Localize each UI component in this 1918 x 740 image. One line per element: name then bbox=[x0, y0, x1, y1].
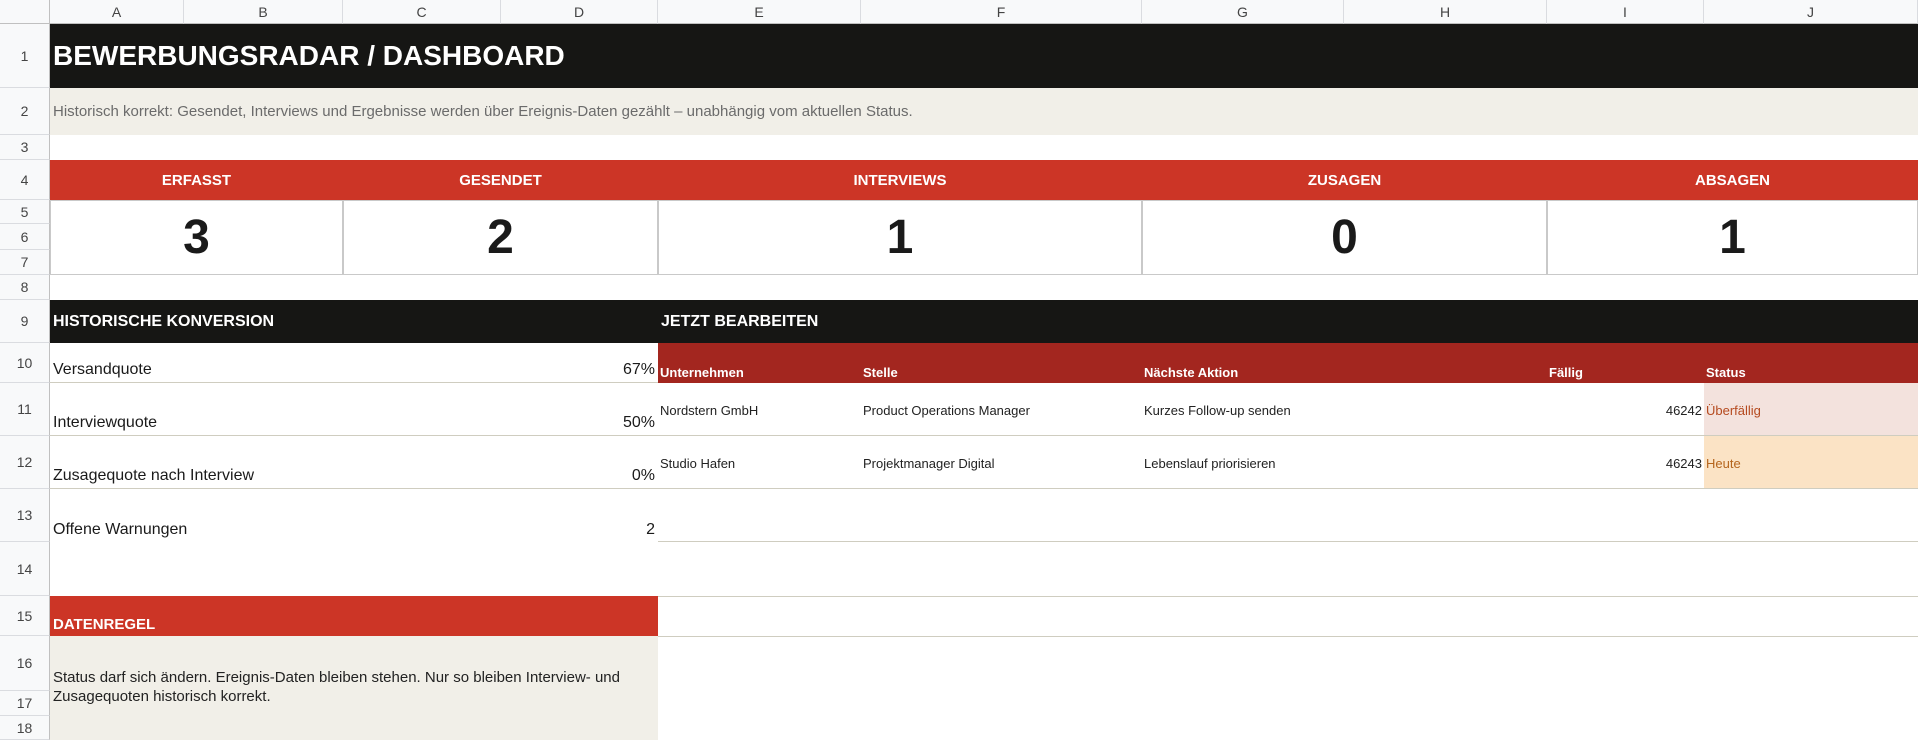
kpi-value-erfasst[interactable]: 3 bbox=[50, 200, 343, 275]
row-company[interactable]: Studio Hafen bbox=[660, 456, 735, 471]
kpi-value-absagen[interactable]: 1 bbox=[1547, 200, 1918, 275]
row-due[interactable]: 46242 bbox=[1666, 403, 1702, 418]
row-header-1[interactable]: 1 bbox=[0, 24, 50, 88]
row-header-14[interactable]: 14 bbox=[0, 542, 50, 596]
kpi-label-erfasst[interactable]: ERFASST bbox=[50, 160, 343, 200]
row-header-13[interactable]: 13 bbox=[0, 489, 50, 542]
select-all-corner[interactable] bbox=[0, 0, 50, 24]
row-header-10[interactable]: 10 bbox=[0, 343, 50, 383]
col-unternehmen[interactable]: Unternehmen bbox=[660, 365, 744, 380]
row-header-4[interactable]: 4 bbox=[0, 160, 50, 200]
conversion-row-interviewquote[interactable]: Interviewquote 50% bbox=[50, 383, 658, 436]
data-rule-header[interactable]: DATENREGEL bbox=[50, 596, 658, 636]
status-badge[interactable]: Heute bbox=[1706, 456, 1741, 471]
column-header-a[interactable]: A bbox=[50, 0, 184, 24]
row-position[interactable]: Projektmanager Digital bbox=[863, 456, 995, 471]
dashboard-subtitle[interactable]: Historisch korrekt: Gesendet, Interviews… bbox=[50, 88, 1918, 135]
table-row[interactable]: Studio Hafen Projektmanager Digital Lebe… bbox=[658, 436, 1918, 489]
col-naechste-aktion[interactable]: Nächste Aktion bbox=[1144, 365, 1238, 380]
row-action[interactable]: Lebenslauf priorisieren bbox=[1144, 456, 1276, 471]
row-header-2[interactable]: 2 bbox=[0, 88, 50, 135]
kpi-value-zusagen[interactable]: 0 bbox=[1142, 200, 1547, 275]
spreadsheet: A B C D E F G H I J 1 2 3 4 5 6 7 8 9 10… bbox=[0, 0, 1918, 740]
column-header-f[interactable]: F bbox=[861, 0, 1142, 24]
column-header-b[interactable]: B bbox=[184, 0, 343, 24]
conversion-label: Zusagequote nach Interview bbox=[53, 467, 255, 484]
row-header-5[interactable]: 5 bbox=[0, 200, 50, 224]
conversion-label: Interviewquote bbox=[53, 414, 158, 431]
gridline bbox=[658, 636, 1918, 637]
table-row-empty[interactable] bbox=[658, 489, 1918, 542]
row-header-7[interactable]: 7 bbox=[0, 250, 50, 275]
conversion-value: 50% bbox=[622, 414, 655, 431]
kpi-label-interviews[interactable]: INTERVIEWS bbox=[658, 160, 1142, 200]
table-row[interactable]: Nordstern GmbH Product Operations Manage… bbox=[658, 383, 1918, 436]
conversion-row-versandquote[interactable]: Versandquote 67% bbox=[50, 343, 658, 383]
column-header-e[interactable]: E bbox=[658, 0, 861, 24]
col-status[interactable]: Status bbox=[1706, 365, 1746, 380]
conversion-label: Offene Warnungen bbox=[53, 521, 188, 538]
row-header-9[interactable]: 9 bbox=[0, 300, 50, 343]
kpi-label-gesendet[interactable]: GESENDET bbox=[343, 160, 658, 200]
row-header-16[interactable]: 16 bbox=[0, 636, 50, 691]
row-header-12[interactable]: 12 bbox=[0, 436, 50, 489]
column-header-g[interactable]: G bbox=[1142, 0, 1344, 24]
row-header-6[interactable]: 6 bbox=[0, 224, 50, 250]
row-header-18[interactable]: 18 bbox=[0, 716, 50, 740]
row-header-8[interactable]: 8 bbox=[0, 275, 50, 300]
row-action[interactable]: Kurzes Follow-up senden bbox=[1144, 403, 1291, 418]
col-faellig[interactable]: Fällig bbox=[1549, 365, 1583, 380]
column-header-h[interactable]: H bbox=[1344, 0, 1547, 24]
dashboard-title[interactable]: BEWERBUNGSRADAR / DASHBOARD bbox=[50, 24, 1918, 88]
data-rule-text[interactable]: Status darf sich ändern. Ereignis-Daten … bbox=[50, 636, 658, 740]
conversion-value: 67% bbox=[622, 361, 655, 378]
task-table-header: Unternehmen Stelle Nächste Aktion Fällig… bbox=[658, 343, 1918, 383]
column-header-j[interactable]: J bbox=[1704, 0, 1918, 24]
gridline bbox=[658, 596, 1918, 597]
row-header-15[interactable]: 15 bbox=[0, 596, 50, 636]
column-header-i[interactable]: I bbox=[1547, 0, 1704, 24]
row-position[interactable]: Product Operations Manager bbox=[863, 403, 1030, 418]
conversion-value: 0% bbox=[631, 467, 655, 484]
conversion-row-zusagequote[interactable]: Zusagequote nach Interview 0% bbox=[50, 436, 658, 489]
column-header-d[interactable]: D bbox=[501, 0, 658, 24]
row-header-11[interactable]: 11 bbox=[0, 383, 50, 436]
row-header-17[interactable]: 17 bbox=[0, 691, 50, 716]
conversion-row-warnungen[interactable]: Offene Warnungen 2 bbox=[50, 489, 658, 542]
kpi-value-interviews[interactable]: 1 bbox=[658, 200, 1142, 275]
col-stelle[interactable]: Stelle bbox=[863, 365, 898, 380]
kpi-value-gesendet[interactable]: 2 bbox=[343, 200, 658, 275]
row-header-3[interactable]: 3 bbox=[0, 135, 50, 160]
status-badge[interactable]: Überfällig bbox=[1706, 403, 1761, 418]
kpi-label-zusagen[interactable]: ZUSAGEN bbox=[1142, 160, 1547, 200]
conversion-header[interactable]: HISTORISCHE KONVERSION bbox=[50, 300, 658, 343]
column-header-c[interactable]: C bbox=[343, 0, 501, 24]
conversion-value: 2 bbox=[646, 521, 655, 538]
row-company[interactable]: Nordstern GmbH bbox=[660, 403, 758, 418]
tasks-header[interactable]: JETZT BEARBEITEN bbox=[658, 300, 1918, 343]
kpi-label-absagen[interactable]: ABSAGEN bbox=[1547, 160, 1918, 200]
conversion-label: Versandquote bbox=[53, 361, 152, 378]
row-due[interactable]: 46243 bbox=[1666, 456, 1702, 471]
